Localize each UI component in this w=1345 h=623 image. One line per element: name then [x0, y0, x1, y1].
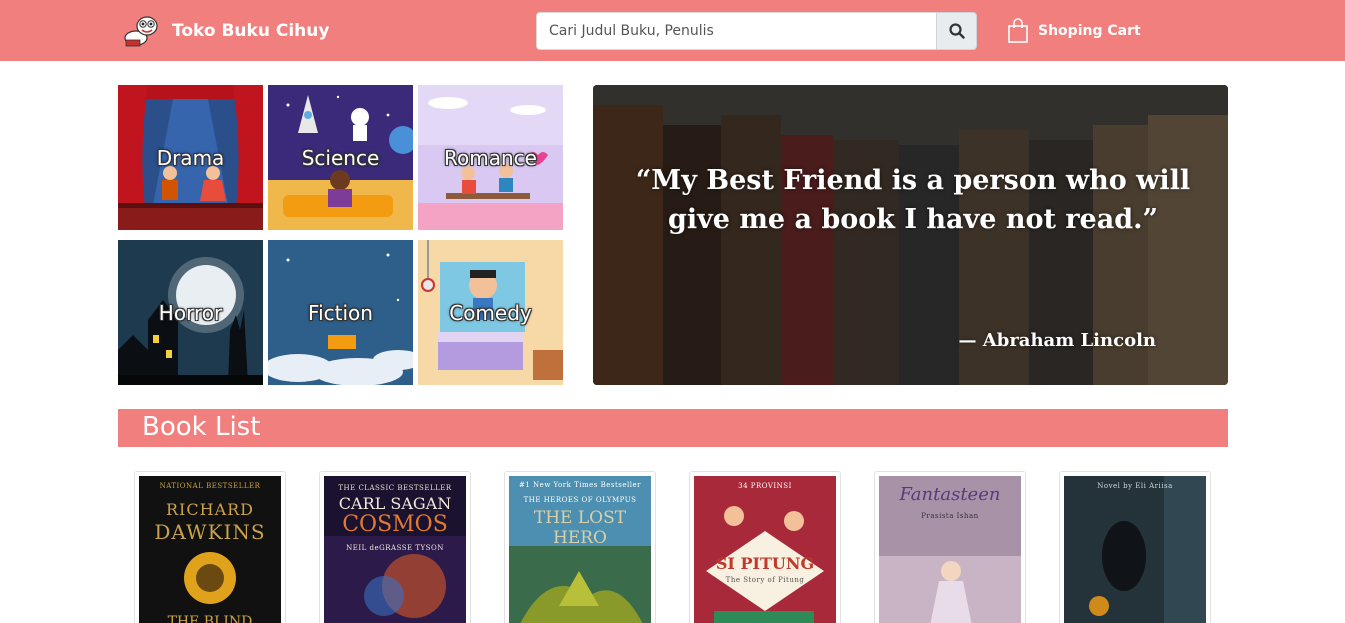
category-horror[interactable]: Horror — [118, 240, 263, 385]
cover-author: CARL SAGAN — [338, 494, 452, 513]
shopping-cart-link[interactable]: Shoping Cart — [1007, 17, 1141, 45]
category-science[interactable]: Science — [268, 85, 413, 230]
category-label: Drama — [156, 145, 225, 170]
search-input[interactable] — [536, 12, 936, 50]
quote-banner: “My Best Friend is a person who will giv… — [593, 85, 1228, 385]
search-bar — [536, 12, 977, 50]
brand-link[interactable]: Toko Buku Cihuy — [122, 14, 329, 48]
search-icon — [948, 23, 965, 39]
book-cover: Fantasteen Prasista Ishan — [879, 476, 1021, 623]
book-card[interactable]: Novel by Eli Ariisa — [1059, 471, 1211, 623]
category-label: Fiction — [308, 300, 373, 325]
cover-author: Prasista Ishan — [921, 512, 979, 520]
cover-title-text: SI PITUNG — [715, 554, 815, 573]
cover-subtitle: The Story of Pitung — [725, 576, 805, 584]
brand-name: Toko Buku Cihuy — [172, 21, 330, 41]
bookworm-logo-icon — [124, 16, 158, 47]
cover-title-text: Fantasteen — [899, 484, 1001, 505]
dark-figure-illustration — [1064, 476, 1206, 623]
book-cover: Novel by Eli Ariisa — [1064, 476, 1206, 623]
category-drama[interactable]: Drama — [118, 85, 263, 230]
cover-tagline: THE CLASSIC BESTSELLER — [338, 484, 452, 492]
category-label: Romance — [444, 145, 537, 170]
cover-tagline: Novel by Eli Ariisa — [1097, 482, 1173, 490]
quote-text: “My Best Friend is a person who will giv… — [635, 165, 1191, 235]
book-card[interactable]: NATIONAL BESTSELLER RICHARD DAWKINS THE … — [134, 471, 286, 623]
search-button[interactable] — [936, 12, 977, 50]
book-card[interactable]: #1 New York Times Bestseller THE HEROES … — [504, 471, 656, 623]
cover-author-surname: DAWKINS — [154, 520, 266, 544]
cover-tagline: #1 New York Times Bestseller — [519, 481, 641, 489]
sunflower-image — [184, 552, 236, 604]
book-cover: THE CLASSIC BESTSELLER CARL SAGAN COSMOS… — [324, 476, 466, 623]
category-comedy[interactable]: Comedy — [418, 240, 563, 385]
top-navbar: Toko Buku Cihuy Shoping Cart — [0, 0, 1345, 61]
cover-series: THE HEROES OF OLYMPUS — [523, 496, 637, 504]
category-label: Science — [301, 145, 380, 170]
si-pitung-illustration — [694, 476, 836, 623]
book-cover: #1 New York Times Bestseller THE HEROES … — [509, 476, 651, 623]
category-label: Comedy — [449, 300, 532, 325]
cover-foreword: NEIL deGRASSE TYSON — [346, 544, 444, 552]
book-cover: NATIONAL BESTSELLER RICHARD DAWKINS THE … — [139, 476, 281, 623]
cover-title-text: COSMOS — [342, 512, 448, 537]
cover-title-text: THE BLIND — [167, 614, 253, 623]
cart-label: Shoping Cart — [1038, 23, 1141, 39]
category-fiction[interactable]: Fiction — [268, 240, 413, 385]
book-list-title: Book List — [142, 412, 261, 442]
category-romance[interactable]: Romance — [418, 85, 563, 230]
book-card[interactable]: THE CLASSIC BESTSELLER CARL SAGAN COSMOS… — [319, 471, 471, 623]
cover-author: RICHARD — [166, 500, 254, 519]
book-card[interactable]: 34 PROVINSI SI PITUNG The Story of Pitun… — [689, 471, 841, 623]
category-label: Horror — [158, 300, 223, 325]
book-list-header: Book List — [118, 409, 1228, 447]
book-card[interactable]: Fantasteen Prasista Ishan — [874, 471, 1026, 623]
cover-tagline: NATIONAL BESTSELLER — [159, 482, 261, 490]
cover-tagline: 34 PROVINSI — [738, 482, 792, 490]
book-cover: 34 PROVINSI SI PITUNG The Story of Pitun… — [694, 476, 836, 623]
cover-title-text: THE LOST HERO — [533, 508, 627, 548]
quote-author: — Abraham Lincoln — [958, 330, 1157, 351]
shopping-bag-icon — [1008, 18, 1028, 43]
